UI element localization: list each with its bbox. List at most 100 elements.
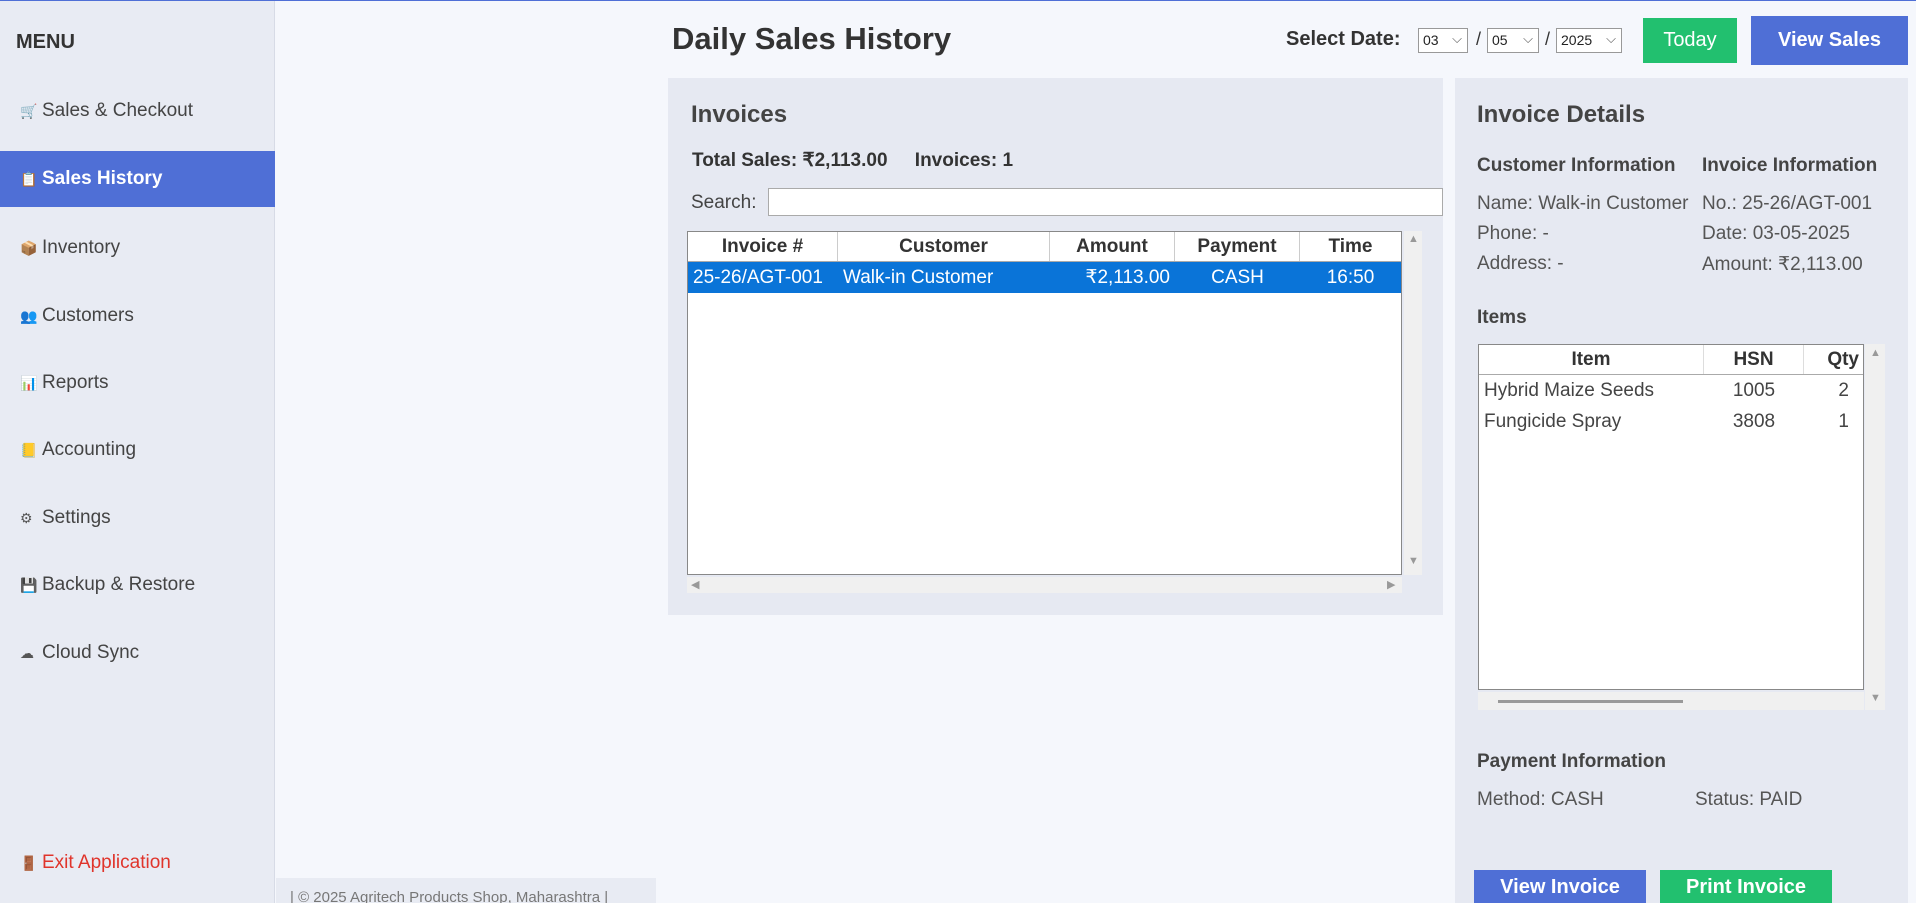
cell-invoice: 25-26/AGT-001 — [693, 266, 823, 288]
view-sales-button[interactable]: View Sales — [1751, 16, 1908, 65]
cell-customer: Walk-in Customer — [843, 266, 994, 288]
cell-amount: ₹2,113.00 — [1085, 267, 1170, 288]
sidebar-item-label: Inventory — [42, 237, 121, 258]
day-value: 03 — [1423, 32, 1439, 48]
exit-application-button[interactable]: 🚪 Exit Application — [0, 835, 275, 891]
date-separator: / — [1476, 29, 1482, 49]
sidebar-item-label: Sales & Checkout — [42, 100, 194, 121]
list-item[interactable]: Hybrid Maize Seeds 1005 2 — [1479, 375, 1863, 406]
scroll-left-icon[interactable]: ◀ — [691, 578, 699, 591]
sidebar-item-label: Accounting — [42, 439, 137, 460]
sidebar-item-label: Backup & Restore — [42, 574, 196, 595]
scroll-right-icon[interactable]: ▶ — [1387, 578, 1395, 591]
customer-phone: Phone: - — [1477, 223, 1549, 244]
customer-information-heading: Customer Information — [1477, 155, 1676, 176]
item-name: Fungicide Spray — [1484, 410, 1622, 432]
list-item[interactable]: Fungicide Spray 3808 1 — [1479, 406, 1863, 437]
cell-payment: CASH — [1211, 266, 1264, 288]
payment-method: Method: CASH — [1477, 789, 1604, 810]
cloud-icon: ☁ — [20, 644, 34, 661]
sales-summary: Total Sales: ₹2,113.00 Invoices: 1 — [692, 149, 1035, 172]
gear-icon: ⚙ — [20, 509, 33, 526]
items-table-header: Item HSN Qty — [1479, 345, 1863, 375]
invoices-table: Invoice # Customer Amount Payment Time 2… — [687, 231, 1402, 575]
column-header-customer[interactable]: Customer — [838, 232, 1050, 261]
sidebar-item-reports[interactable]: 📊 Reports — [0, 355, 275, 411]
item-name: Hybrid Maize Seeds — [1484, 379, 1655, 401]
day-select[interactable]: 03 ⌵ — [1418, 28, 1468, 53]
door-icon: 🚪 — [20, 854, 38, 871]
today-button[interactable]: Today — [1643, 18, 1737, 63]
sidebar-item-label: Reports — [42, 372, 109, 393]
column-header-item[interactable]: Item — [1479, 345, 1704, 374]
scroll-up-icon[interactable]: ▲ — [1870, 347, 1881, 359]
invoices-horizontal-scrollbar[interactable]: ◀ ▶ — [687, 577, 1402, 593]
scroll-down-icon[interactable]: ▼ — [1870, 692, 1881, 704]
invoice-details-panel: Invoice Details Customer Information Inv… — [1455, 78, 1908, 903]
view-invoice-button[interactable]: View Invoice — [1474, 870, 1646, 903]
invoice-details-title: Invoice Details — [1477, 101, 1646, 128]
ledger-icon: 📒 — [20, 441, 38, 458]
scroll-up-icon[interactable]: ▲ — [1408, 233, 1419, 245]
select-date-label: Select Date: — [1286, 28, 1401, 50]
bar-chart-icon: 📊 — [20, 374, 38, 391]
search-label: Search: — [691, 192, 757, 213]
column-header-hsn[interactable]: HSN — [1704, 345, 1804, 374]
sidebar-item-sales-history[interactable]: 📋 Sales History — [0, 151, 275, 207]
box-icon: 📦 — [20, 239, 38, 256]
column-header-payment[interactable]: Payment — [1175, 232, 1300, 261]
invoices-panel: Invoices Total Sales: ₹2,113.00 Invoices… — [668, 78, 1443, 615]
exit-label: Exit Application — [42, 852, 171, 873]
invoice-date: Date: 03-05-2025 — [1702, 223, 1850, 244]
item-qty: 2 — [1838, 379, 1849, 401]
sidebar-item-label: Customers — [42, 305, 134, 326]
total-sales: Total Sales: ₹2,113.00 — [692, 150, 888, 171]
sidebar-item-accounting[interactable]: 📒 Accounting — [0, 422, 275, 478]
items-vertical-scrollbar[interactable]: ▲ ▼ — [1865, 344, 1885, 710]
scrollbar-thumb[interactable] — [1498, 700, 1683, 703]
item-hsn: 1005 — [1732, 379, 1776, 401]
sidebar-item-settings[interactable]: ⚙ Settings — [0, 490, 275, 546]
cell-time: 16:50 — [1326, 266, 1375, 288]
invoice-information-heading: Invoice Information — [1702, 155, 1878, 176]
item-qty: 1 — [1838, 410, 1849, 432]
item-hsn: 3808 — [1732, 410, 1776, 432]
users-icon: 👥 — [20, 307, 38, 324]
chevron-down-icon: ⌵ — [1606, 31, 1616, 46]
column-header-time[interactable]: Time — [1300, 232, 1401, 261]
sidebar-item-sales-checkout[interactable]: 🛒 Sales & Checkout — [0, 83, 275, 139]
payment-status: Status: PAID — [1695, 789, 1803, 810]
chevron-down-icon: ⌵ — [1452, 31, 1462, 46]
payment-information-heading: Payment Information — [1477, 751, 1666, 772]
search-input[interactable] — [768, 188, 1443, 216]
invoice-number: No.: 25-26/AGT-001 — [1702, 193, 1873, 214]
chevron-down-icon: ⌵ — [1523, 31, 1533, 46]
sidebar-item-inventory[interactable]: 📦 Inventory — [0, 220, 275, 276]
sidebar-item-customers[interactable]: 👥 Customers — [0, 288, 275, 344]
page-title: Daily Sales History — [672, 21, 952, 56]
items-horizontal-scrollbar[interactable] — [1478, 692, 1864, 710]
sidebar-item-backup-restore[interactable]: 💾 Backup & Restore — [0, 557, 275, 613]
invoices-vertical-scrollbar[interactable]: ▲ ▼ — [1404, 231, 1422, 575]
column-header-invoice[interactable]: Invoice # — [688, 232, 838, 261]
sidebar-item-label: Sales History — [42, 168, 163, 189]
sidebar-item-cloud-sync[interactable]: ☁ Cloud Sync — [0, 625, 275, 681]
column-header-qty[interactable]: Qty — [1804, 345, 1863, 374]
menu-title: MENU — [16, 31, 75, 53]
month-select[interactable]: 05 ⌵ — [1487, 28, 1539, 53]
year-value: 2025 — [1561, 32, 1593, 48]
sidebar-item-label: Cloud Sync — [42, 642, 140, 663]
sidebar: MENU 🛒 Sales & Checkout 📋 Sales History … — [0, 1, 275, 903]
clipboard-icon: 📋 — [20, 170, 38, 187]
invoices-table-header: Invoice # Customer Amount Payment Time — [688, 232, 1401, 262]
table-row[interactable]: 25-26/AGT-001 Walk-in Customer ₹2,113.00… — [688, 262, 1401, 293]
column-header-amount[interactable]: Amount — [1050, 232, 1175, 261]
items-table: Item HSN Qty Hybrid Maize Seeds 1005 2 F… — [1478, 344, 1864, 690]
customer-name: Name: Walk-in Customer — [1477, 193, 1689, 214]
date-separator: / — [1545, 29, 1551, 49]
year-select[interactable]: 2025 ⌵ — [1556, 28, 1622, 53]
customer-address: Address: - — [1477, 253, 1564, 274]
scroll-down-icon[interactable]: ▼ — [1408, 555, 1419, 567]
print-invoice-button[interactable]: Print Invoice — [1660, 870, 1832, 903]
invoice-count: Invoices: 1 — [914, 150, 1014, 171]
